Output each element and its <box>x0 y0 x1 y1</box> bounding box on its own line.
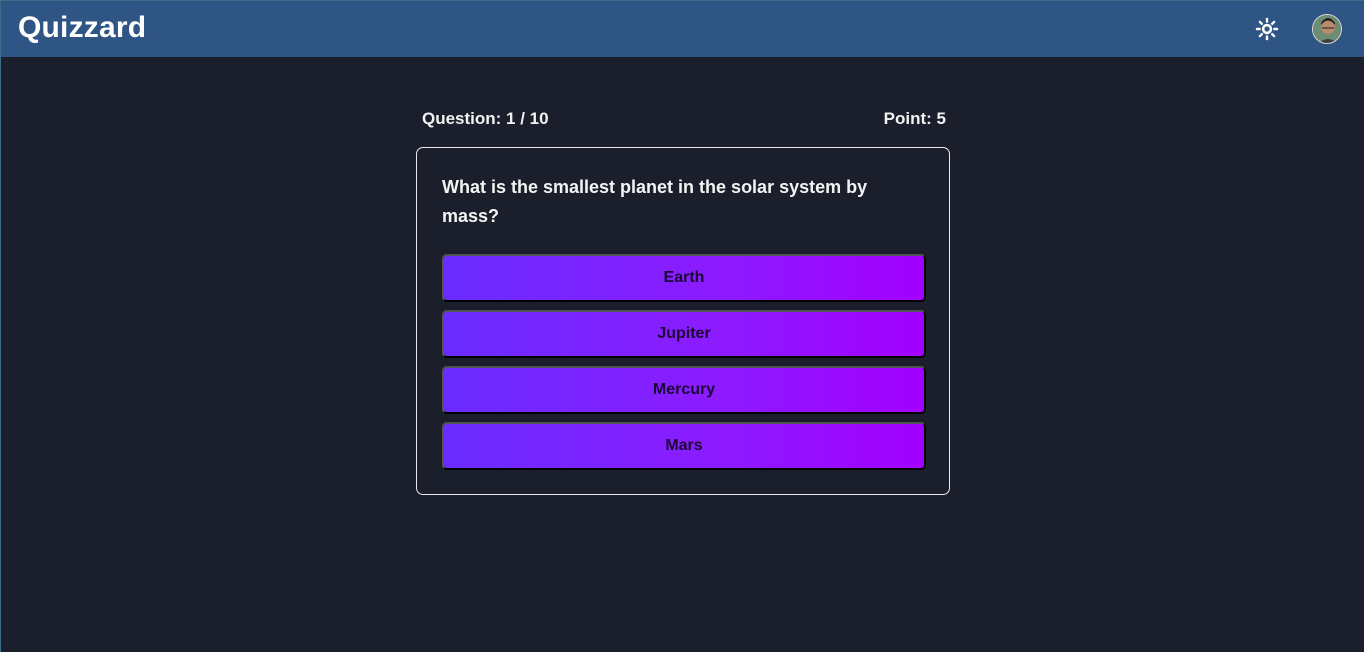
app-header: Quizzard <box>1 1 1364 57</box>
answer-option-jupiter[interactable]: Jupiter <box>442 310 926 358</box>
avatar-icon <box>1313 15 1341 43</box>
theme-toggle-button[interactable] <box>1255 17 1279 41</box>
points-counter: Point: 5 <box>883 109 946 128</box>
answer-options: Earth Jupiter Mercury Mars <box>442 254 926 478</box>
quiz-stats: Question: 1 / 10 Point: 5 <box>422 109 946 129</box>
sun-icon <box>1255 17 1279 41</box>
answer-option-mercury[interactable]: Mercury <box>442 366 926 414</box>
quiz-page: Quizzard Question: 1 / 10 Point: 5 What … <box>0 0 1364 652</box>
question-counter: Question: 1 / 10 <box>422 109 549 128</box>
answer-option-earth[interactable]: Earth <box>442 254 926 302</box>
question-card: What is the smallest planet in the solar… <box>416 147 950 495</box>
answer-option-mars[interactable]: Mars <box>442 422 926 470</box>
app-title: Quizzard <box>18 11 147 44</box>
question-text: What is the smallest planet in the solar… <box>442 177 868 226</box>
user-avatar[interactable] <box>1312 14 1342 44</box>
